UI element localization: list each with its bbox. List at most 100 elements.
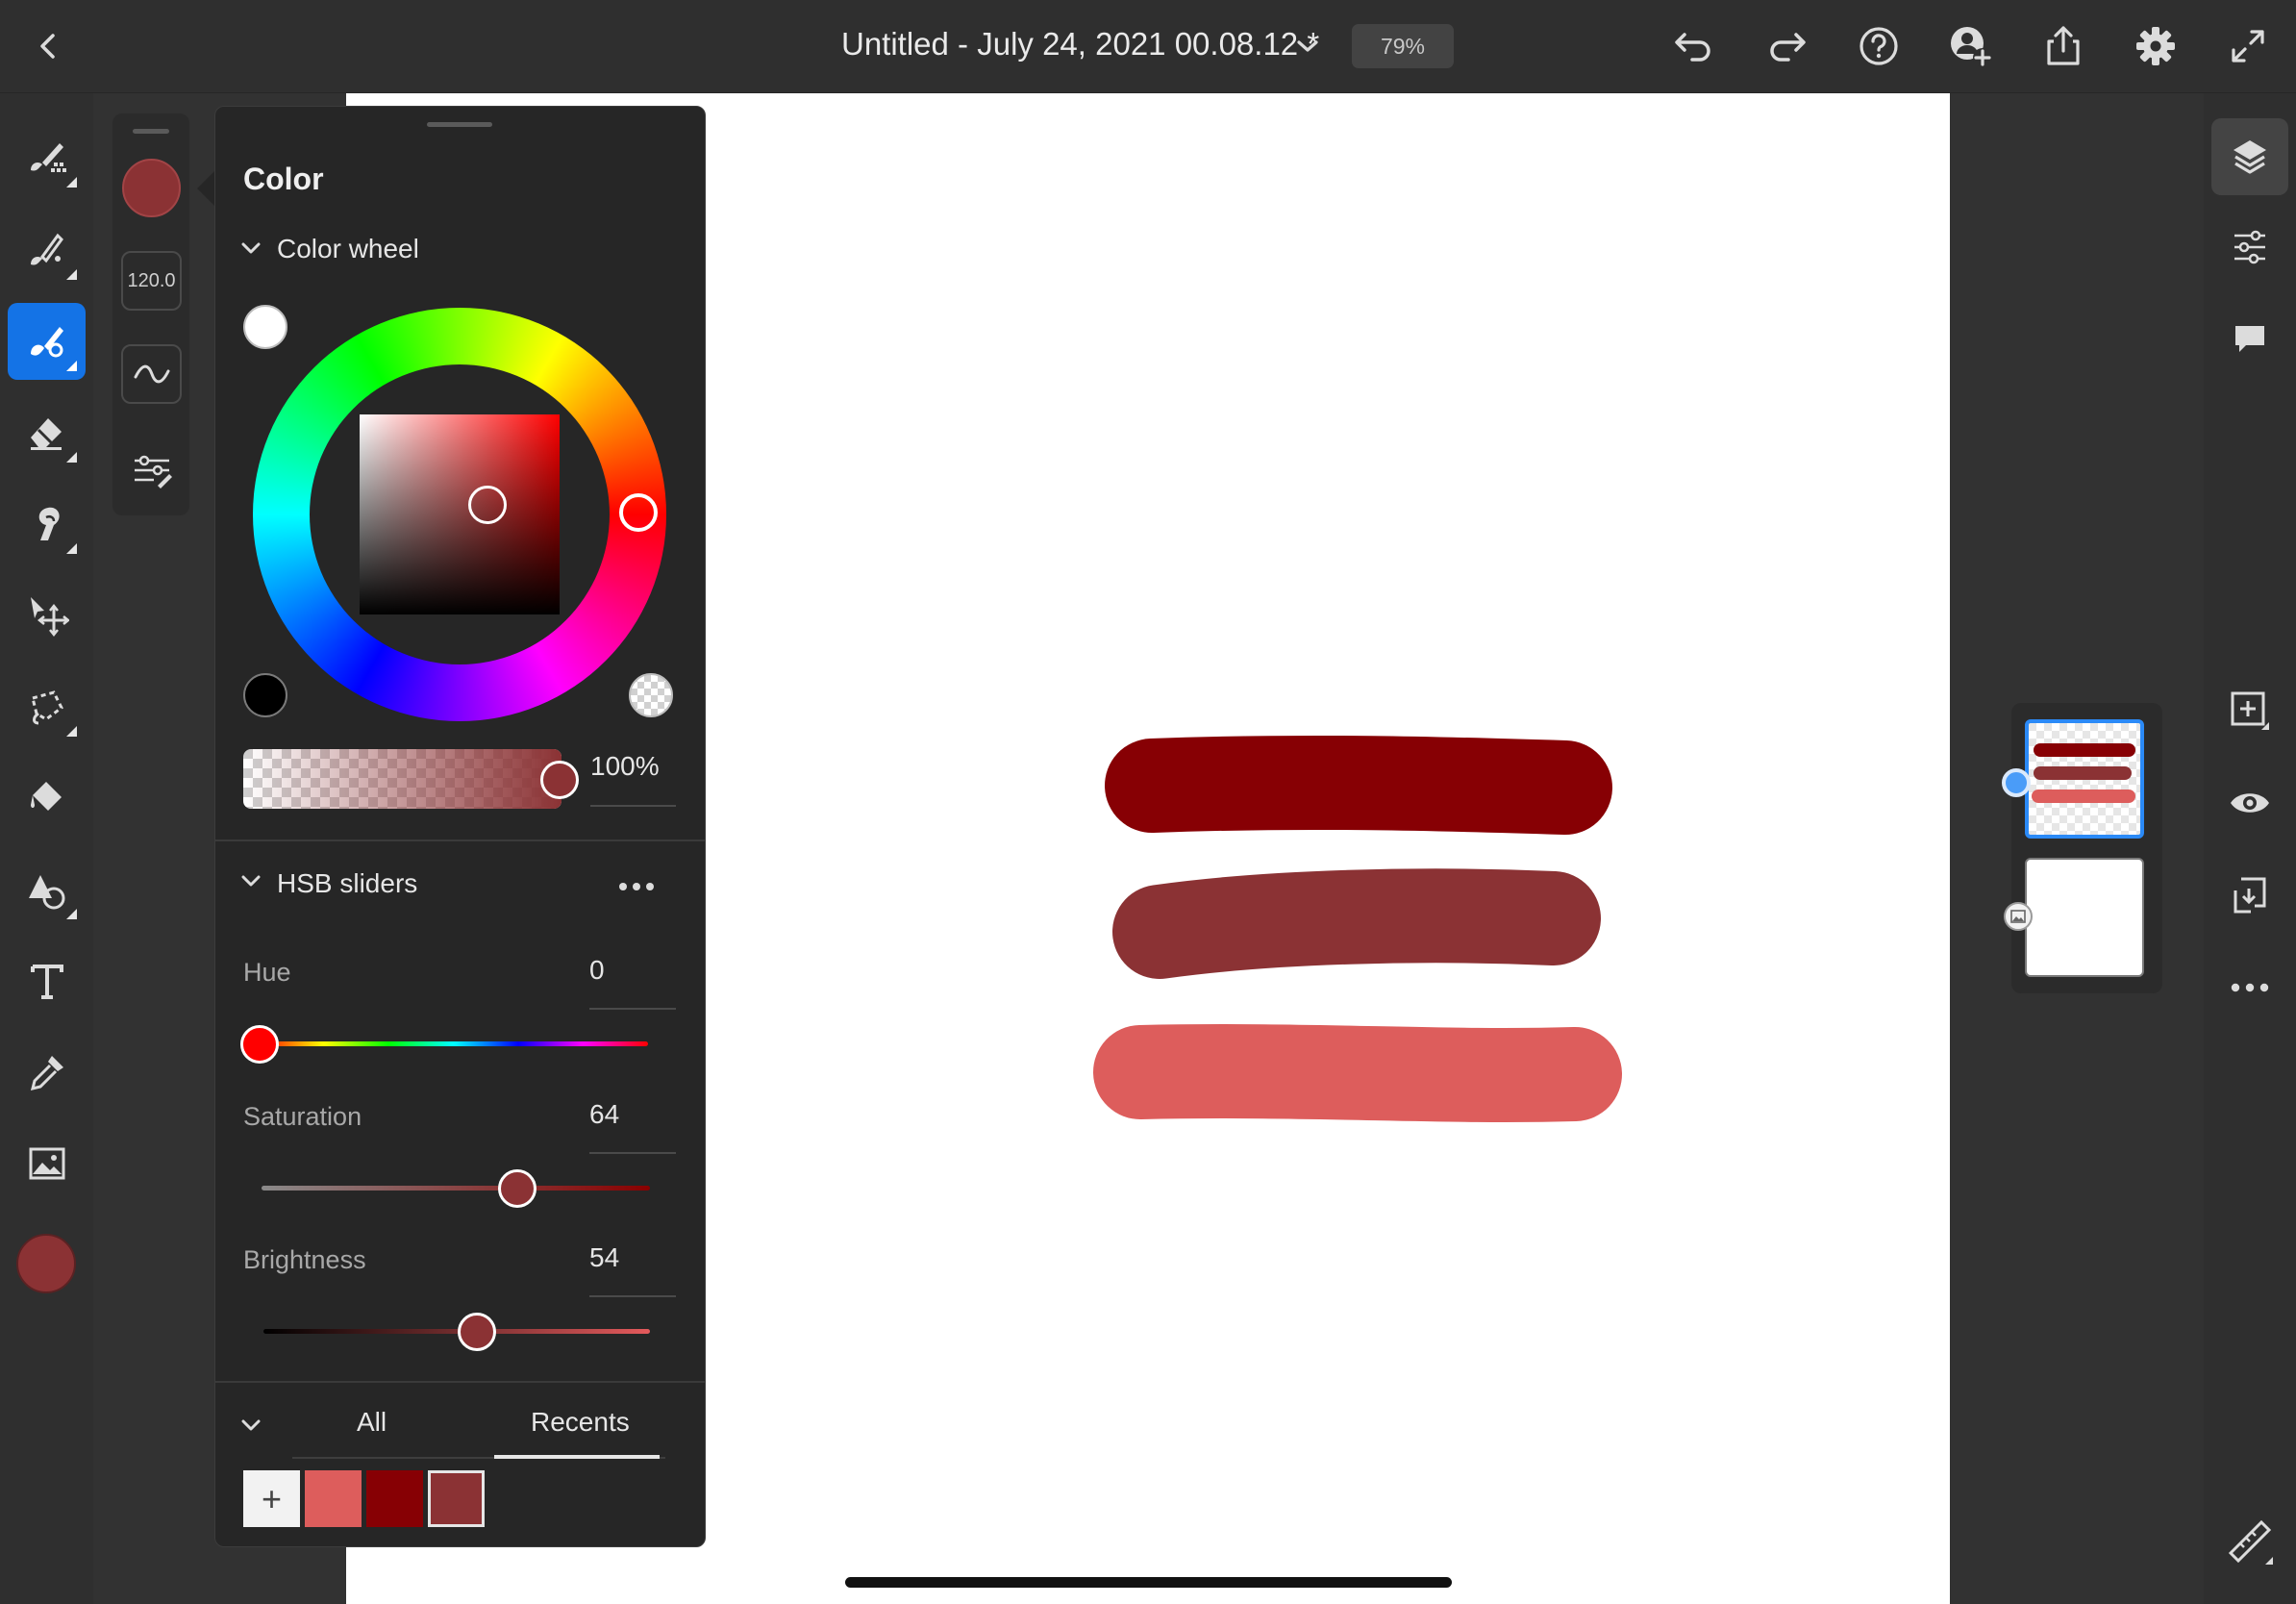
transform-tool[interactable]	[8, 577, 86, 654]
brightness-value[interactable]: 54	[589, 1242, 619, 1273]
hue-value[interactable]: 0	[589, 955, 605, 986]
zoom-level[interactable]: 79%	[1352, 24, 1454, 68]
adjustments-button[interactable]	[2211, 209, 2288, 286]
vector-brush-tool[interactable]	[8, 303, 86, 380]
add-swatch-button[interactable]: +	[243, 1470, 300, 1527]
layer-thumbnail-active[interactable]	[2025, 719, 2144, 839]
swatch-dark-red[interactable]	[366, 1470, 423, 1527]
smudge-tool[interactable]	[8, 486, 86, 563]
image-tool[interactable]	[8, 1125, 86, 1202]
opacity-slider[interactable]	[243, 749, 562, 809]
panel-drag-handle[interactable]	[427, 122, 492, 127]
hue-label: Hue	[243, 958, 291, 987]
opacity-underline	[590, 805, 676, 807]
color-wheel-section-toggle[interactable]: Color wheel	[239, 232, 662, 270]
layers-button[interactable]	[2211, 118, 2288, 195]
hue-slider-handle[interactable]	[240, 1025, 279, 1064]
brush-color-swatch[interactable]	[122, 159, 181, 217]
back-icon[interactable]	[21, 19, 75, 73]
brush-stroke-dark-red	[1105, 735, 1612, 835]
eraser-icon	[25, 411, 69, 455]
fill-tool[interactable]	[8, 760, 86, 837]
preset-black-swatch[interactable]	[243, 673, 287, 717]
preset-transparent-swatch[interactable]	[629, 673, 673, 717]
ruler-icon	[2227, 1518, 2273, 1565]
hsb-section-toggle[interactable]: HSB sliders	[239, 865, 662, 903]
hue-ring-handle[interactable]	[619, 493, 658, 532]
settings-icon[interactable]	[2129, 19, 2183, 73]
ruler-button[interactable]	[2211, 1503, 2288, 1580]
smoothing-wave-icon	[133, 363, 171, 385]
brightness-underline	[589, 1295, 676, 1297]
chevron-down-icon	[239, 1416, 262, 1434]
visibility-icon	[2229, 789, 2271, 817]
layers-icon	[2230, 137, 2270, 177]
brush-settings-icon	[131, 451, 173, 489]
layer-more-options-button[interactable]	[2211, 949, 2288, 1026]
saturation-brightness-square[interactable]	[360, 414, 560, 614]
transform-icon	[25, 593, 69, 638]
opacity-gradient	[243, 749, 562, 809]
panel-title: Color	[243, 162, 324, 196]
pixel-brush-tool[interactable]	[8, 119, 86, 196]
redo-icon[interactable]	[1759, 19, 1813, 73]
brush-stroke-salmon	[1093, 1024, 1622, 1122]
hsb-more-options-button[interactable]	[615, 872, 660, 901]
brush-settings-button[interactable]	[121, 440, 182, 500]
fill-icon	[25, 776, 69, 820]
drag-handle[interactable]	[133, 129, 169, 134]
smudge-icon	[25, 502, 69, 546]
brush-size-value[interactable]: 120.0	[121, 251, 182, 311]
tab-all[interactable]: All	[357, 1407, 387, 1438]
text-tool[interactable]	[8, 942, 86, 1019]
brush-stroke-maroon	[1112, 868, 1601, 979]
comments-button[interactable]	[2211, 300, 2288, 377]
document-title[interactable]: Untitled - July 24, 2021 00.08.12 *	[841, 26, 1319, 63]
opacity-handle[interactable]	[540, 761, 579, 799]
live-brush-tool[interactable]	[8, 212, 86, 288]
saturation-value[interactable]: 64	[589, 1099, 619, 1130]
home-indicator	[845, 1577, 1452, 1588]
active-tab-indicator	[494, 1455, 660, 1459]
active-layer-indicator	[2002, 768, 2031, 797]
brush-options-rail: 120.0	[112, 113, 189, 515]
shape-tool[interactable]	[8, 851, 86, 928]
undo-icon[interactable]	[1667, 19, 1721, 73]
section-label: Color wheel	[277, 234, 419, 263]
opacity-value[interactable]: 100%	[590, 751, 660, 782]
saturation-slider-track[interactable]	[262, 1186, 650, 1190]
invite-user-icon[interactable]	[1944, 19, 1998, 73]
section-label: HSB sliders	[277, 868, 418, 898]
chevron-down-icon[interactable]	[1281, 19, 1335, 73]
layer-visibility-button[interactable]	[2211, 764, 2288, 841]
share-icon[interactable]	[2036, 19, 2090, 73]
preset-white-swatch[interactable]	[243, 305, 287, 349]
eraser-tool[interactable]	[8, 394, 86, 471]
swatch-maroon-selected[interactable]	[428, 1470, 485, 1527]
fullscreen-icon[interactable]	[2221, 19, 2275, 73]
add-layer-button[interactable]	[2211, 672, 2288, 749]
lasso-selection-tool[interactable]	[8, 668, 86, 745]
smoothing-button[interactable]	[121, 344, 182, 404]
saturation-slider-handle[interactable]	[498, 1169, 537, 1208]
brightness-label: Brightness	[243, 1245, 366, 1274]
right-rail	[2204, 93, 2296, 1604]
swatches-section-toggle[interactable]	[239, 1407, 268, 1445]
tab-recents[interactable]: Recents	[531, 1407, 630, 1438]
brightness-slider-track[interactable]	[263, 1329, 650, 1334]
current-color-swatch[interactable]	[16, 1234, 76, 1293]
add-layer-icon	[2229, 689, 2271, 732]
layer-thumbnail-background[interactable]	[2025, 858, 2144, 977]
brightness-slider-handle[interactable]	[458, 1313, 496, 1351]
more-options-icon	[615, 872, 660, 901]
eyedropper-tool[interactable]	[8, 1034, 86, 1111]
hue-slider-track[interactable]	[259, 1041, 648, 1046]
chevron-down-icon	[239, 239, 262, 257]
section-divider	[215, 1381, 705, 1383]
help-icon[interactable]	[1852, 19, 1906, 73]
merge-layer-button[interactable]	[2211, 857, 2288, 934]
chevron-down-icon	[239, 872, 262, 890]
adjustments-icon	[2231, 228, 2269, 266]
swatch-salmon[interactable]	[305, 1470, 362, 1527]
saturation-brightness-handle[interactable]	[468, 486, 507, 524]
